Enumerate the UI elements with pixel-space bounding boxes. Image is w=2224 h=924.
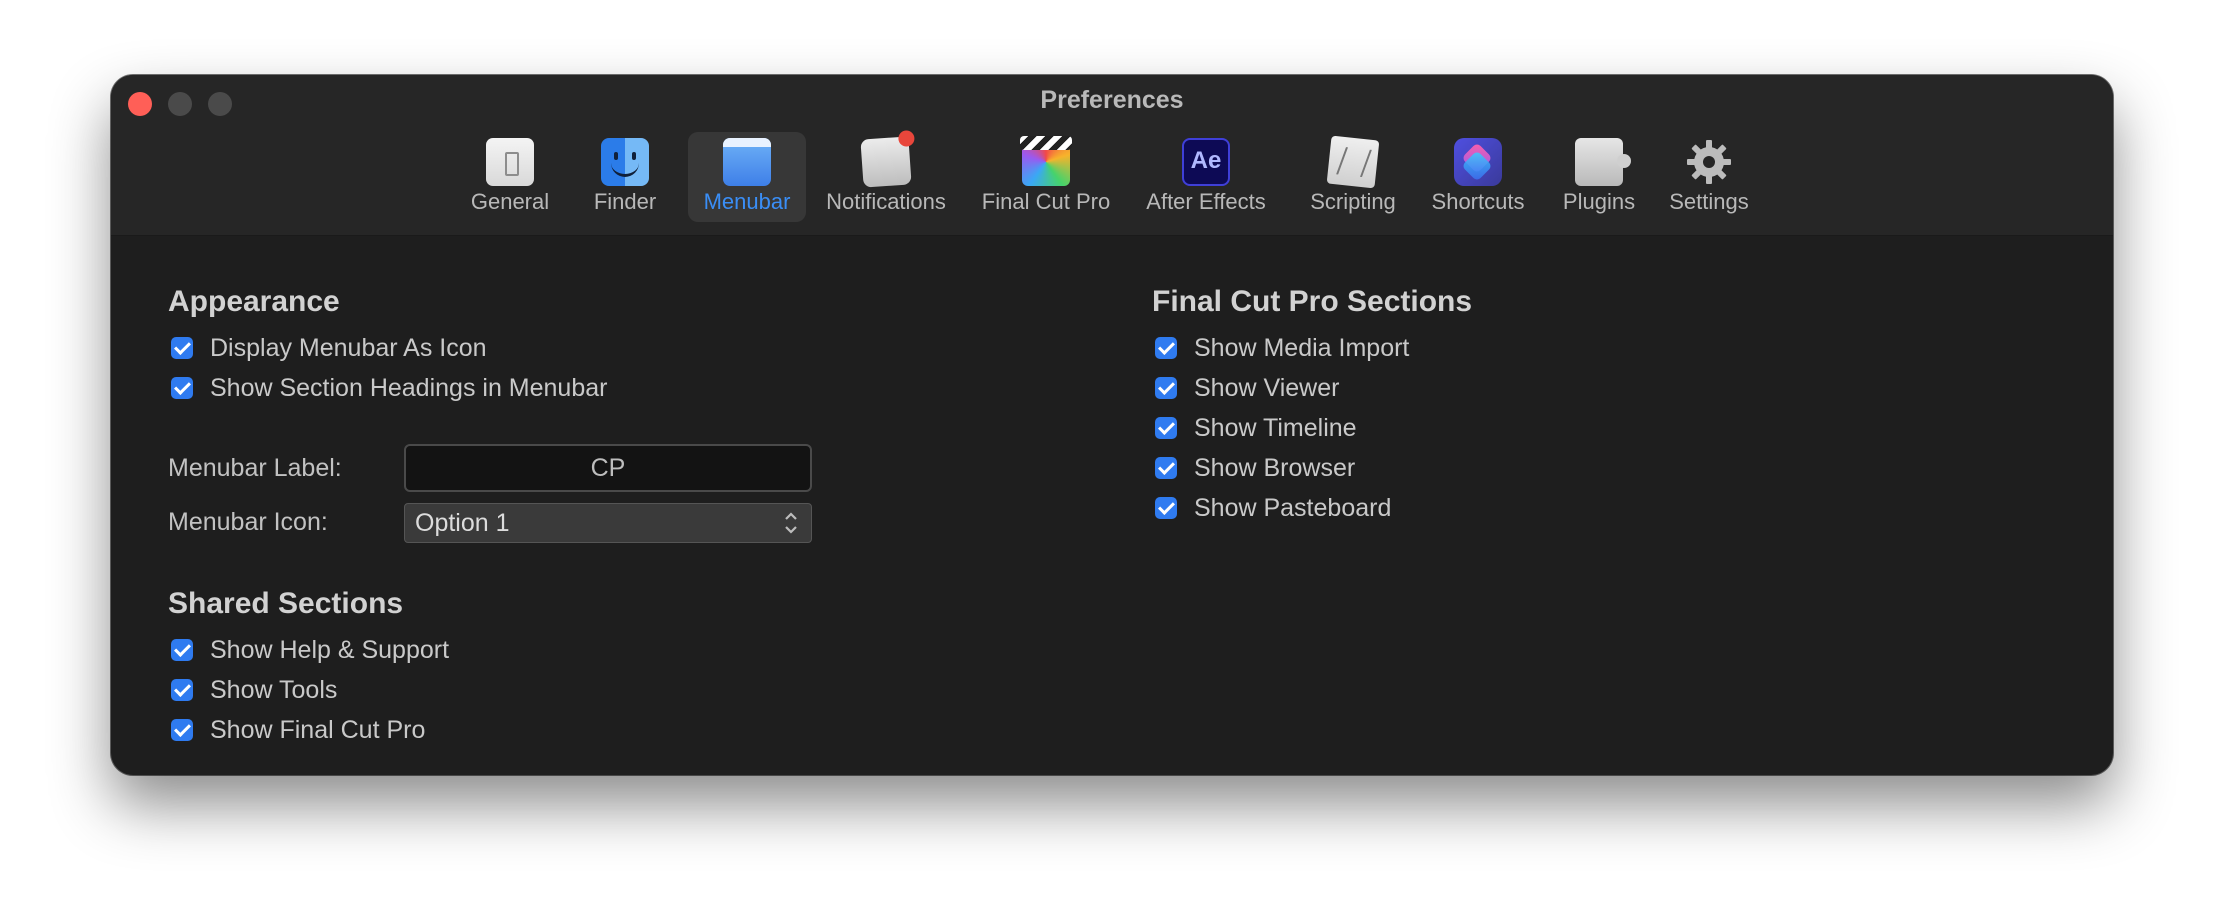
show-viewer-checkbox[interactable]: Show Viewer [1155, 372, 1339, 404]
titlebar: Preferences General Finder Menubar Notif… [111, 75, 2113, 236]
checkbox-label: Show Media Import [1194, 333, 1410, 362]
tab-notifications-label: Notifications [826, 189, 946, 214]
checkmark-icon [1155, 377, 1177, 399]
tab-plugins[interactable]: Plugins [1554, 132, 1644, 222]
fcp-sections-heading: Final Cut Pro Sections [1152, 285, 1473, 318]
display-menubar-as-icon-checkbox[interactable]: Display Menubar As Icon [171, 332, 487, 364]
after-effects-glyph: Ae [1190, 147, 1222, 174]
shortcuts-icon [1454, 138, 1502, 186]
tab-final-cut-pro[interactable]: Final Cut Pro [977, 132, 1115, 222]
tab-finder-label: Finder [593, 189, 657, 214]
tab-after-effects-label: After Effects [1146, 189, 1266, 214]
appearance-heading: Appearance [168, 285, 340, 318]
checkbox-label: Display Menubar As Icon [210, 333, 487, 362]
checkbox-label: Show Final Cut Pro [210, 715, 426, 744]
menubar-icon-caption: Menubar Icon: [168, 508, 328, 536]
gear-icon [1685, 138, 1733, 186]
tab-plugins-label: Plugins [1562, 189, 1636, 214]
tab-after-effects[interactable]: Ae After Effects [1136, 132, 1276, 222]
preferences-toolbar: General Finder Menubar Notifications Fin… [111, 132, 2113, 224]
tab-scripting-label: Scripting [1310, 189, 1396, 214]
scripting-icon [1326, 135, 1380, 189]
checkmark-icon [171, 639, 193, 661]
show-tools-checkbox[interactable]: Show Tools [171, 674, 337, 706]
show-media-import-checkbox[interactable]: Show Media Import [1155, 332, 1409, 364]
checkmark-icon [171, 679, 193, 701]
checkbox-label: Show Tools [210, 675, 338, 704]
tab-scripting[interactable]: Scripting [1298, 132, 1408, 222]
show-browser-checkbox[interactable]: Show Browser [1155, 452, 1355, 484]
checkmark-icon [171, 377, 193, 399]
checkbox-label: Show Section Headings in Menubar [210, 373, 608, 402]
checkbox-label: Show Browser [1194, 453, 1356, 482]
menubar-icon-selected-value: Option 1 [415, 509, 510, 537]
checkmark-icon [1155, 457, 1177, 479]
after-effects-icon: Ae [1182, 138, 1230, 186]
plugins-icon [1575, 138, 1631, 186]
checkbox-label: Show Viewer [1194, 373, 1340, 402]
checkmark-icon [1155, 497, 1177, 519]
checkmark-icon [1155, 337, 1177, 359]
menubar-icon [723, 138, 771, 192]
tab-menubar-label: Menubar [703, 189, 791, 214]
tab-general-label: General [470, 189, 550, 214]
tab-final-cut-pro-label: Final Cut Pro [981, 189, 1111, 214]
checkbox-label: Show Pasteboard [1194, 493, 1392, 522]
show-pasteboard-checkbox[interactable]: Show Pasteboard [1155, 492, 1391, 524]
checkmark-icon [171, 337, 193, 359]
notifications-icon [860, 136, 912, 188]
shared-sections-heading: Shared Sections [168, 587, 404, 620]
tab-menubar[interactable]: Menubar [688, 132, 806, 222]
general-icon [486, 138, 534, 186]
show-section-headings-checkbox[interactable]: Show Section Headings in Menubar [171, 372, 607, 404]
tab-shortcuts[interactable]: Shortcuts [1423, 132, 1533, 222]
show-final-cut-pro-checkbox[interactable]: Show Final Cut Pro [171, 714, 425, 746]
tab-general[interactable]: General [470, 132, 550, 222]
menubar-icon-select[interactable]: Option 1 [404, 503, 812, 543]
show-help-support-checkbox[interactable]: Show Help & Support [171, 634, 449, 666]
menubar-label-input[interactable]: CP [404, 444, 812, 492]
window-title: Preferences [1040, 86, 1184, 114]
tab-settings[interactable]: Settings [1659, 132, 1759, 222]
finder-icon [601, 138, 649, 186]
checkbox-label: Show Help & Support [210, 635, 450, 664]
checkmark-icon [171, 719, 193, 741]
checkmark-icon [1155, 417, 1177, 439]
tab-shortcuts-label: Shortcuts [1431, 189, 1525, 214]
preferences-window: Preferences General Finder Menubar Notif… [111, 75, 2113, 775]
tab-settings-label: Settings [1669, 189, 1749, 214]
menubar-label-caption: Menubar Label: [168, 454, 342, 482]
checkbox-label: Show Timeline [1194, 413, 1357, 442]
up-down-chevron-icon [785, 512, 797, 534]
tab-notifications[interactable]: Notifications [820, 132, 952, 222]
final-cut-pro-icon [1020, 136, 1072, 186]
show-timeline-checkbox[interactable]: Show Timeline [1155, 412, 1357, 444]
tab-finder[interactable]: Finder [590, 132, 660, 222]
